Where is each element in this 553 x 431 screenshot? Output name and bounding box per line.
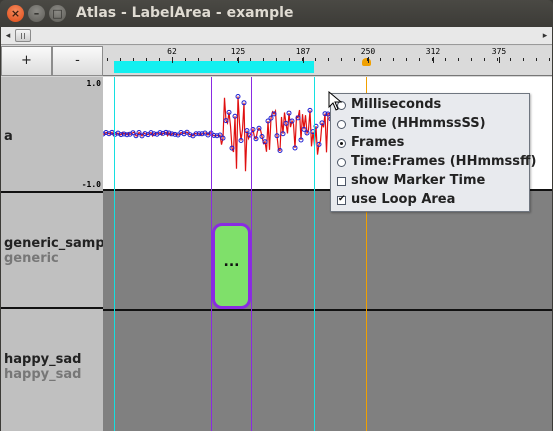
menu-item-show-marker-time[interactable]: show Marker Time: [331, 172, 529, 191]
menu-item-use-loop-area[interactable]: use Loop Area: [331, 191, 529, 210]
menu-item-frames[interactable]: Frames: [331, 134, 529, 153]
horizontal-scrollbar[interactable]: ◂ ▸: [1, 27, 552, 45]
zoom-in-button[interactable]: +: [1, 46, 52, 76]
ruler-minor-tick: [133, 58, 134, 61]
pointer-cursor-icon: [328, 91, 343, 111]
ruler-tick-label: 125: [230, 47, 246, 56]
window-title: Atlas - LabelArea - example: [76, 5, 294, 21]
track-separator: [103, 309, 552, 311]
ruler-minor-tick: [471, 58, 472, 61]
ruler-minor-tick: [536, 58, 537, 61]
ruler-minor-tick: [380, 58, 381, 61]
track-label-a[interactable]: 1.0 a -1.0: [1, 77, 103, 193]
label-area-window: ◂ ▸ + - 62 125 187 250 312 375 1.0 a -1.0 gen…: [1, 27, 552, 431]
ruler-minor-tick: [393, 58, 394, 61]
ruler-minor-tick: [432, 58, 433, 61]
ruler-minor-tick: [484, 58, 485, 61]
title-bar: × – □ Atlas - LabelArea - example: [0, 0, 553, 27]
ruler-tick-label: 312: [425, 47, 441, 56]
zoom-out-button[interactable]: -: [52, 46, 103, 76]
ruler-minor-tick: [302, 58, 303, 61]
menu-item-label: show Marker Time: [351, 173, 486, 188]
label-segment[interactable]: ...: [212, 223, 251, 309]
ruler-tick-label: 250: [360, 47, 376, 56]
ruler-minor-tick: [354, 58, 355, 61]
ruler-minor-tick: [120, 58, 121, 61]
ruler-minor-tick: [328, 58, 329, 61]
scroll-left-icon[interactable]: ◂: [1, 28, 15, 44]
track-type: generic: [4, 251, 59, 266]
ruler-minor-tick: [523, 58, 524, 61]
track-type: happy_sad: [4, 367, 82, 382]
loop-area-bar[interactable]: [114, 61, 314, 73]
close-icon[interactable]: ×: [7, 5, 24, 22]
ruler-minor-tick: [445, 58, 446, 61]
ruler-tick-label: 375: [491, 47, 507, 56]
track-label-generic[interactable]: generic_sampl generic: [1, 193, 103, 309]
ruler-minor-tick: [341, 58, 342, 61]
ruler-minor-tick: [211, 58, 212, 61]
track-label-happy-sad[interactable]: happy_sad happy_sad: [1, 309, 103, 431]
ruler-minor-tick: [419, 58, 420, 61]
y-axis-max-label: 1.0: [86, 79, 101, 88]
scroll-thumb[interactable]: [15, 29, 31, 42]
ruler-minor-tick: [172, 58, 173, 61]
scroll-right-icon[interactable]: ▸: [538, 28, 552, 44]
menu-item-label: Time (HHmmssSS): [351, 116, 486, 131]
menu-item-label: use Loop Area: [351, 192, 456, 207]
ruler-tick: [433, 57, 434, 63]
ruler-tick: [303, 57, 304, 63]
ruler-minor-tick: [406, 58, 407, 61]
ruler-minor-tick: [146, 58, 147, 61]
ruler-minor-tick: [263, 58, 264, 61]
ruler-minor-tick: [107, 58, 108, 61]
time-format-menu: Milliseconds Time (HHmmssSS) Frames Time…: [330, 93, 537, 212]
track-name: a: [4, 129, 13, 144]
ruler-minor-tick: [250, 58, 251, 61]
menu-item-time-frames[interactable]: Time:Frames (HHmmssff): [331, 153, 537, 172]
ruler-minor-tick: [458, 58, 459, 61]
checkbox-checked-icon: [337, 194, 346, 205]
menu-item-label: Time:Frames (HHmmssff): [351, 154, 537, 169]
ruler-minor-tick: [198, 58, 199, 61]
waveform-line: [103, 96, 344, 172]
ruler-minor-tick: [224, 58, 225, 61]
ruler-tick: [368, 57, 369, 63]
ruler-minor-tick: [549, 58, 550, 61]
loop-end-line: [314, 77, 315, 431]
ruler-minor-tick: [159, 58, 160, 61]
ruler-tick: [499, 57, 500, 63]
ruler-minor-tick: [367, 58, 368, 61]
ruler-minor-tick: [237, 58, 238, 61]
ruler-minor-tick: [185, 58, 186, 61]
radio-selected-icon: [337, 139, 346, 148]
loop-start-line: [114, 77, 115, 431]
menu-item-label: Frames: [351, 135, 405, 150]
track-name: generic_sampl: [4, 236, 103, 251]
track-name: happy_sad: [4, 352, 82, 367]
radio-icon: [337, 158, 346, 167]
menu-item-milliseconds[interactable]: Milliseconds: [331, 96, 529, 115]
time-ruler[interactable]: 62 125 187 250 312 375: [103, 46, 552, 76]
ruler-minor-tick: [289, 58, 290, 61]
selection-end-line: [251, 77, 252, 431]
track-labels: 1.0 a -1.0 generic_sampl generic happy_s…: [1, 77, 103, 431]
ruler-minor-tick: [315, 58, 316, 61]
radio-icon: [337, 120, 346, 129]
ruler-tick-label: 62: [167, 47, 177, 56]
ruler-minor-tick: [510, 58, 511, 61]
y-axis-min-label: -1.0: [81, 180, 101, 189]
ruler-minor-tick: [276, 58, 277, 61]
ruler-minor-tick: [497, 58, 498, 61]
checkbox-icon: [337, 177, 346, 186]
menu-item-time[interactable]: Time (HHmmssSS): [331, 115, 529, 134]
minimize-icon[interactable]: –: [28, 5, 45, 22]
ruler-tick-label: 187: [295, 47, 311, 56]
ruler-tick: [238, 57, 239, 63]
menu-item-label: Milliseconds: [351, 97, 442, 112]
maximize-icon[interactable]: □: [49, 5, 66, 22]
